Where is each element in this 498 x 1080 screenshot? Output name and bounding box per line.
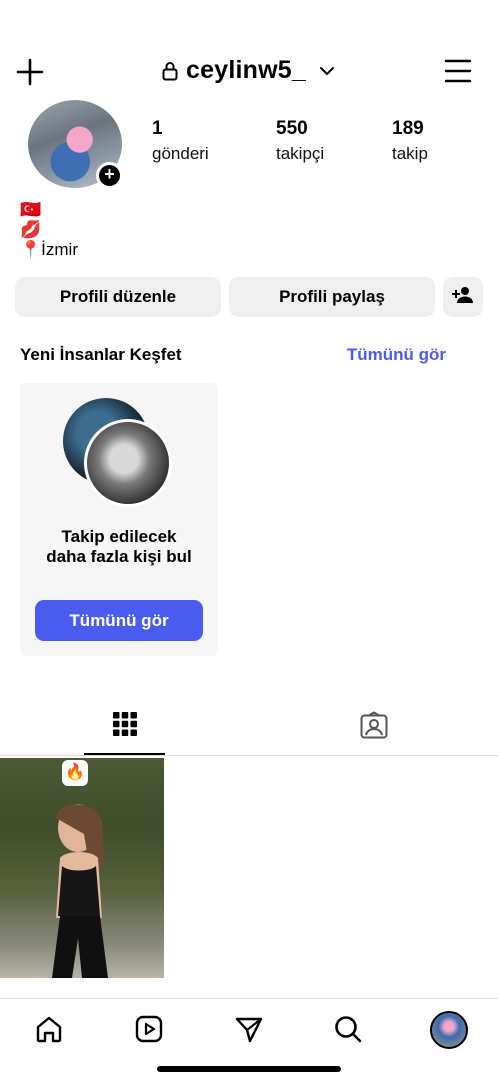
menu-icon[interactable] xyxy=(444,58,472,84)
bio-location: 📍İzmir xyxy=(20,240,78,259)
followers-count[interactable]: 550 takipçi xyxy=(276,118,324,164)
bio-line: 🇹🇷 xyxy=(20,200,42,219)
content-tabs xyxy=(0,700,498,756)
add-person-icon xyxy=(452,286,474,309)
tab-tagged[interactable] xyxy=(333,700,414,755)
posts-count[interactable]: 1 gönderi xyxy=(152,118,209,164)
profile-avatar[interactable] xyxy=(430,1011,468,1049)
home-icon[interactable] xyxy=(33,1013,65,1045)
post-image xyxy=(52,804,108,978)
suggested-avatar xyxy=(84,419,172,507)
post-thumbnail[interactable]: 🔥 xyxy=(0,758,164,978)
followers-count-label: takipçi xyxy=(276,144,325,163)
bio-line: 💋 xyxy=(20,220,42,239)
following-count[interactable]: 189 takip xyxy=(392,118,428,164)
account-switcher[interactable]: ceylinw5_ xyxy=(0,56,498,85)
followers-count-value: 550 xyxy=(276,118,308,139)
lock-icon xyxy=(162,61,178,81)
edit-profile-button[interactable]: Profili düzenle xyxy=(15,277,221,317)
see-all-button[interactable]: Tümünü gör xyxy=(35,600,203,641)
discover-title: Yeni İnsanlar Keşfet xyxy=(20,345,182,364)
suggestion-card: Takip edilecek daha fazla kişi bul Tümün… xyxy=(20,383,218,656)
see-all-link[interactable]: Tümünü gör xyxy=(347,345,446,365)
tab-posts[interactable] xyxy=(84,700,165,755)
fire-emoji: 🔥 xyxy=(62,760,88,786)
bio: 🇹🇷 💋 📍İzmir xyxy=(20,200,78,260)
username: ceylinw5_ xyxy=(186,56,306,84)
send-icon[interactable] xyxy=(233,1013,265,1045)
posts-count-value: 1 xyxy=(152,118,163,139)
grid-icon xyxy=(112,712,137,741)
tagged-icon xyxy=(360,711,388,744)
discover-people-button[interactable] xyxy=(443,277,483,317)
add-story-icon[interactable]: + xyxy=(96,162,123,189)
reels-icon[interactable] xyxy=(133,1013,165,1045)
top-bar: ceylinw5_ xyxy=(0,50,498,94)
chevron-down-icon xyxy=(318,62,336,80)
share-profile-button[interactable]: Profili paylaş xyxy=(229,277,435,317)
profile-avatar-section[interactable]: + xyxy=(28,100,124,189)
posts-count-label: gönderi xyxy=(152,144,209,163)
search-icon[interactable] xyxy=(332,1013,364,1045)
following-count-value: 189 xyxy=(392,118,424,139)
home-indicator xyxy=(157,1066,341,1072)
following-count-label: takip xyxy=(392,144,428,163)
suggestion-text: Takip edilecek daha fazla kişi bul xyxy=(46,527,192,566)
